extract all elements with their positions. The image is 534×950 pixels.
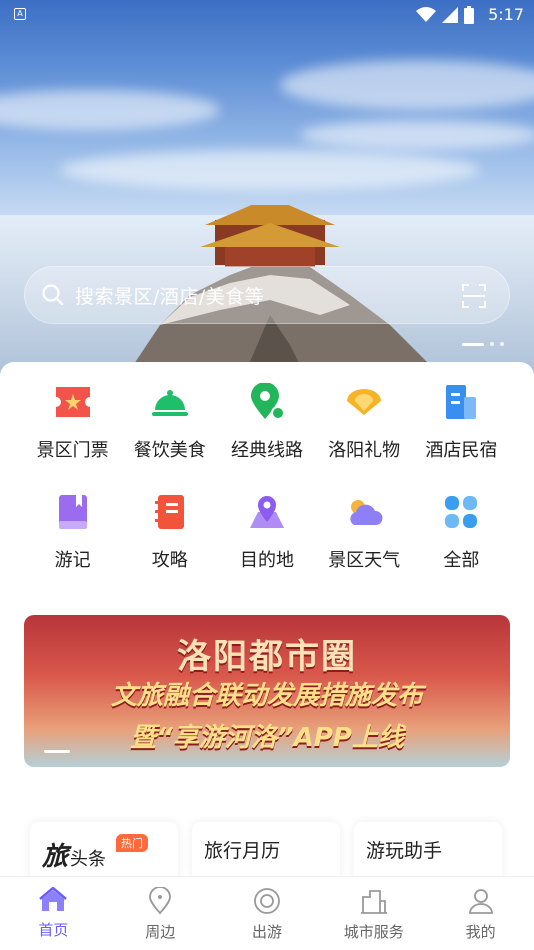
category-label: 攻略 — [151, 550, 188, 571]
nav-nearby[interactable]: 周边 — [107, 877, 214, 950]
nav-city-services[interactable]: 城市服务 — [320, 877, 427, 950]
battery-icon — [464, 6, 474, 24]
nav-profile[interactable]: 我的 — [427, 877, 534, 950]
tile-travel-calendar[interactable]: 旅行月历 — [192, 822, 340, 882]
category-scenic-tickets[interactable]: 景区门票 — [24, 382, 121, 462]
route-pin-icon — [247, 382, 287, 422]
category-luoyang-gifts[interactable]: 洛阳礼物 — [316, 382, 413, 462]
category-classic-routes[interactable]: 经典线路 — [218, 382, 315, 462]
home-icon — [39, 887, 68, 911]
ticket-icon — [53, 382, 93, 422]
category-label: 景区天气 — [328, 550, 401, 571]
scan-icon[interactable] — [461, 283, 487, 309]
cloud — [0, 90, 220, 130]
category-hotels[interactable]: 酒店民宿 — [413, 382, 510, 462]
category-grid: 景区门票 餐饮美食 经典线路 洛阳礼物 酒店民宿 游记 攻略 目的地 景区天气 … — [24, 382, 510, 572]
promo-title: 洛阳都市圈 — [177, 637, 357, 677]
category-label: 洛阳礼物 — [328, 440, 401, 461]
category-travel-notes[interactable]: 游记 — [24, 492, 121, 572]
category-all[interactable]: 全部 — [413, 492, 510, 572]
bottom-nav: 首页 周边 出游 城市服务 我的 — [0, 876, 534, 950]
tile-label: 旅行月历 — [204, 840, 281, 862]
location-pin-icon — [149, 887, 172, 915]
category-guides[interactable]: 攻略 — [121, 492, 218, 572]
notebook-icon — [53, 492, 93, 532]
tile-label: 游玩助手 — [366, 840, 443, 862]
city-building-icon — [360, 890, 387, 914]
guide-book-icon — [150, 492, 190, 532]
status-icons — [416, 6, 474, 24]
category-label: 经典线路 — [230, 440, 303, 461]
app-screen: A 5:17 搜索景区/酒店/美食等 景区门票 餐饮美食 经典线路 洛阳礼物 酒… — [0, 0, 534, 950]
app-notification-icon: A — [14, 8, 26, 20]
category-weather[interactable]: 景区天气 — [316, 492, 413, 572]
tile-label: 头条 — [70, 849, 107, 870]
nav-label: 我的 — [465, 923, 496, 941]
category-label: 游记 — [54, 550, 91, 571]
tile-travel-assistant[interactable]: 游玩助手 — [354, 822, 502, 882]
carousel-dot — [490, 342, 494, 346]
search-placeholder: 搜索景区/酒店/美食等 — [75, 285, 265, 308]
tile-travel-headlines[interactable]: 旅头条 热门 — [30, 822, 178, 882]
cloud — [280, 60, 534, 110]
cloud — [60, 150, 480, 190]
gift-fan-icon — [344, 382, 384, 422]
banner-indicator — [44, 750, 70, 753]
carousel-indicator — [462, 342, 504, 346]
weather-icon — [344, 492, 384, 532]
tile-logo-char: 旅 — [42, 842, 69, 872]
all-grid-icon — [441, 492, 481, 532]
search-icon — [42, 284, 64, 306]
feature-tiles: 旅头条 热门 旅行月历 游玩助手 — [30, 822, 504, 882]
carousel-dot — [500, 342, 504, 346]
cloud — [300, 120, 534, 150]
promo-subtitle-2: 暨“享游河洛”APP上线 — [130, 723, 404, 753]
category-label: 全部 — [443, 550, 480, 571]
status-bar: A 5:17 — [0, 0, 534, 30]
category-dining[interactable]: 餐饮美食 — [121, 382, 218, 462]
promo-subtitle: 文旅融合联动发展措施发布 — [110, 681, 423, 711]
category-label: 目的地 — [239, 550, 294, 571]
nav-trips[interactable]: 出游 — [214, 877, 321, 950]
food-cloche-icon — [150, 382, 190, 422]
content-card: 景区门票 餐饮美食 经典线路 洛阳礼物 酒店民宿 游记 攻略 目的地 景区天气 … — [0, 362, 534, 950]
user-profile-icon — [468, 889, 493, 914]
search-bar[interactable]: 搜索景区/酒店/美食等 — [24, 266, 510, 324]
category-label: 餐饮美食 — [133, 440, 206, 461]
carousel-dot-active — [462, 342, 484, 346]
travel-circle-icon — [254, 888, 280, 914]
hotel-building-icon — [441, 382, 481, 422]
category-label: 景区门票 — [36, 440, 109, 461]
hot-badge: 热门 — [116, 834, 148, 852]
nav-label: 周边 — [145, 923, 176, 941]
status-time: 5:17 — [488, 5, 524, 24]
category-label: 酒店民宿 — [425, 440, 498, 461]
category-destinations[interactable]: 目的地 — [218, 492, 315, 572]
wifi-icon — [416, 7, 436, 22]
destination-map-icon — [247, 492, 287, 532]
nav-home[interactable]: 首页 — [0, 877, 107, 950]
hero-banner[interactable]: A 5:17 搜索景区/酒店/美食等 — [0, 0, 534, 380]
nav-label: 出游 — [251, 923, 282, 941]
nav-label: 首页 — [38, 921, 69, 939]
nav-label: 城市服务 — [343, 923, 404, 941]
promo-banner[interactable]: 洛阳都市圈 文旅融合联动发展措施发布 暨“享游河洛”APP上线 — [24, 615, 510, 767]
signal-icon — [442, 7, 458, 23]
